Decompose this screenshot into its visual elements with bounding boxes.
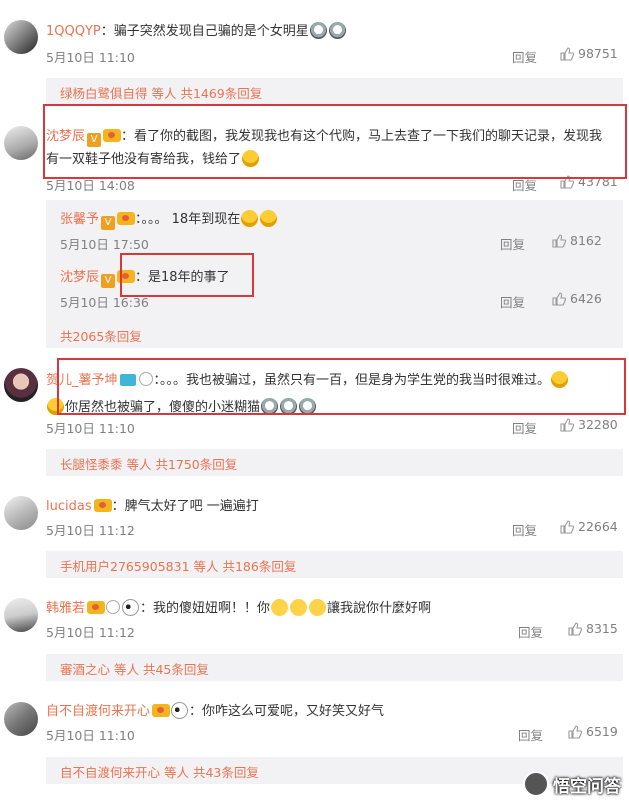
watermark-text: 悟空问答 — [553, 777, 621, 797]
comment-text: ：我的傻妞妞啊！！你 — [140, 601, 271, 616]
thumb-up-icon — [552, 292, 566, 306]
like-button[interactable]: 32280 — [560, 417, 618, 432]
grin-emoji-icon — [290, 599, 308, 616]
reply-summary[interactable]: 绿杨白鹭俱自得 等人 共1469条回复 — [46, 78, 623, 105]
like-count: 8162 — [570, 233, 602, 248]
view-all-replies[interactable]: 共2065条回复 — [60, 326, 142, 345]
avatar[interactable] — [4, 368, 38, 402]
reply-text: ：。。。 18年到现在 — [135, 212, 241, 227]
reply-summary-text[interactable]: 審酒之心 等人 共45条回复 — [60, 659, 209, 678]
comment-line: 韩雅若 ：我的傻妞妞啊！！你 讓我說你什麼好啊 — [46, 597, 431, 616]
wukong-logo-icon — [523, 771, 549, 797]
reply-summary[interactable]: 手机用户2765905831 等人 共186条回复 — [46, 551, 623, 578]
thumb-up-icon — [560, 47, 574, 61]
username[interactable]: 沈梦辰 — [60, 270, 99, 285]
reply-button[interactable]: 回复 — [500, 292, 525, 311]
thumb-up-icon — [552, 234, 566, 248]
username[interactable]: 自不自渡何来开心 — [46, 704, 150, 719]
grin-emoji-icon — [309, 599, 327, 616]
like-button[interactable]: 8162 — [552, 233, 602, 248]
avatar[interactable] — [4, 20, 38, 54]
cry-emoji-icon — [328, 22, 346, 39]
verified-icon: V — [101, 274, 116, 288]
watermark: 悟空问答 — [523, 771, 621, 797]
reply-summary-text[interactable]: 自不自渡何来开心 等人 共43条回复 — [60, 762, 259, 781]
avatar[interactable] — [4, 496, 38, 530]
highlight-box — [43, 104, 627, 179]
comment-line: 自不自渡何来开心 ：你咋这么可爱呢，又好笑又好气 — [46, 700, 384, 719]
like-button[interactable]: 6519 — [568, 724, 618, 739]
username[interactable]: lucidas — [46, 499, 92, 514]
comment-text: ：你咋这么可爱呢，又好笑又好气 — [189, 704, 385, 719]
comment-text-continued: 讓我說你什麼好啊 — [327, 601, 432, 616]
laugh-emoji-icon — [241, 210, 259, 227]
avatar[interactable] — [4, 702, 38, 736]
reply-button[interactable]: 回复 — [518, 622, 543, 641]
highlight-box — [57, 358, 626, 415]
reply-summary[interactable]: 长腿怪黍黍 等人 共1750条回复 — [46, 449, 623, 476]
like-button[interactable]: 8315 — [568, 621, 618, 636]
thumb-up-icon — [568, 725, 582, 739]
reply-button[interactable]: 回复 — [512, 47, 537, 66]
comment-line: 1QQQYP：骗子突然发现自己骗的是个女明星 — [46, 20, 347, 39]
thumb-up-icon — [560, 520, 574, 534]
like-count: 6426 — [570, 291, 602, 306]
timestamp: 5月10日 11:10 — [46, 50, 135, 65]
verified-icon: V — [101, 216, 116, 230]
vip-icon — [117, 212, 136, 225]
avatar[interactable] — [4, 598, 38, 632]
reply-button[interactable]: 回复 — [512, 418, 537, 437]
like-count: 8315 — [586, 621, 618, 636]
reply-line: 张馨予 V ：。。。 18年到现在 — [60, 208, 278, 230]
timestamp: 5月10日 11:10 — [46, 728, 135, 743]
like-count: 6519 — [586, 724, 618, 739]
highlight-box — [120, 253, 254, 297]
reply-button[interactable]: 回复 — [500, 234, 525, 253]
reply-summary-text[interactable]: 长腿怪黍黍 等人 共1750条回复 — [60, 454, 237, 473]
panda-icon — [122, 599, 140, 616]
like-button[interactable]: 6426 — [552, 291, 602, 306]
medal-icon — [106, 600, 121, 614]
like-button[interactable]: 22664 — [560, 519, 618, 534]
username[interactable]: 韩雅若 — [46, 601, 85, 616]
thumb-up-icon — [560, 418, 574, 432]
comment-text: ：脾气太好了吧 一遍遍打 — [111, 499, 259, 514]
timestamp: 5月10日 17:50 — [60, 237, 149, 252]
comment-text: ：骗子突然发现自己骗的是个女明星 — [100, 24, 309, 39]
avatar[interactable] — [4, 126, 38, 160]
username[interactable]: 1QQQYP — [46, 24, 101, 39]
reply-summary[interactable]: 審酒之心 等人 共45条回复 — [46, 654, 623, 681]
timestamp: 5月10日 11:12 — [46, 523, 135, 538]
vip-icon — [93, 499, 112, 512]
thumb-up-icon — [568, 622, 582, 636]
panda-icon — [171, 702, 189, 719]
like-count: 98751 — [578, 46, 618, 61]
reply-summary-text[interactable]: 绿杨白鹭俱自得 等人 共1469条回复 — [60, 83, 262, 102]
like-count: 22664 — [578, 519, 618, 534]
timestamp: 5月10日 11:10 — [46, 421, 135, 436]
like-button[interactable]: 98751 — [560, 46, 618, 61]
reply-summary-text[interactable]: 手机用户2765905831 等人 共186条回复 — [60, 556, 296, 575]
timestamp: 5月10日 11:12 — [46, 625, 135, 640]
like-count: 32280 — [578, 417, 618, 432]
laugh-emoji-icon — [260, 210, 278, 227]
grin-emoji-icon — [271, 599, 289, 616]
username[interactable]: 张馨予 — [60, 212, 99, 227]
vip-icon — [87, 601, 106, 614]
comment-line: lucidas ：脾气太好了吧 一遍遍打 — [46, 495, 259, 514]
reply-button[interactable]: 回复 — [512, 520, 537, 539]
reply-button[interactable]: 回复 — [518, 725, 543, 744]
cry-emoji-icon — [309, 22, 327, 39]
vip-icon — [152, 704, 171, 717]
